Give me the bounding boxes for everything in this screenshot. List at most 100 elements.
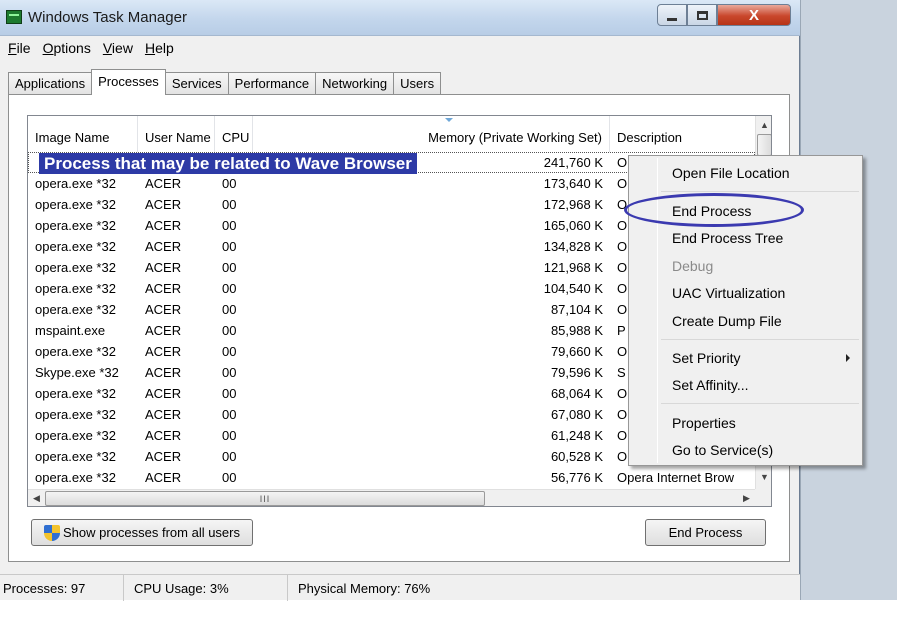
cell-image-name: opera.exe *32: [35, 470, 116, 485]
ctx-uac-virtualization[interactable]: UAC Virtualization: [632, 281, 860, 305]
cell-cpu: 00: [222, 197, 237, 212]
scroll-right-icon[interactable]: ▶: [738, 490, 755, 506]
tab-processes[interactable]: Processes: [91, 69, 166, 95]
close-button[interactable]: X: [717, 4, 791, 26]
grip-icon: III: [259, 493, 271, 504]
ctx-open-file-location[interactable]: Open File Location: [632, 161, 860, 185]
ctx-properties[interactable]: Properties: [632, 411, 860, 435]
ctx-set-affinity[interactable]: Set Affinity...: [632, 373, 860, 397]
menu-options[interactable]: Options: [39, 38, 99, 60]
cell-memory: 121,968 K: [543, 260, 603, 275]
cell-user-name: ACER: [145, 449, 182, 464]
cell-memory: 165,060 K: [543, 218, 603, 233]
title-bar[interactable]: Windows Task Manager X: [0, 0, 800, 36]
cell-memory: 85,988 K: [550, 323, 603, 338]
cell-memory: 134,828 K: [543, 239, 603, 254]
cell-image-name: opera.exe *32: [35, 386, 116, 401]
task-manager-app-icon: [6, 10, 22, 24]
maximize-icon: [696, 10, 708, 20]
cell-image-name: opera.exe *32: [35, 407, 116, 422]
tab-performance[interactable]: Performance: [227, 72, 317, 94]
cell-user-name: ACER: [145, 218, 182, 233]
horizontal-scrollbar[interactable]: ◀ III ▶: [28, 489, 755, 506]
show-all-users-label: Show processes from all users: [62, 525, 240, 540]
cell-image-name: opera.exe *32: [35, 239, 116, 254]
cell-memory: 56,776 K: [550, 470, 603, 485]
column-memory-label: Memory (Private Working Set): [428, 130, 602, 145]
cell-description: Opera Internet Brow: [617, 470, 735, 485]
cell-memory: 87,104 K: [550, 302, 603, 317]
column-image-name[interactable]: Image Name: [28, 116, 138, 152]
scroll-up-icon[interactable]: ▲: [756, 116, 771, 133]
status-bar: Processes: 97 CPU Usage: 3% Physical Mem…: [0, 574, 800, 601]
end-process-label: End Process: [668, 525, 743, 540]
menu-help[interactable]: Help: [141, 38, 182, 60]
cell-cpu: 00: [222, 470, 237, 485]
end-process-button[interactable]: End Process: [645, 519, 766, 546]
cell-user-name: ACER: [145, 281, 182, 296]
scroll-down-icon[interactable]: ▼: [756, 468, 771, 485]
cell-user-name: ACER: [145, 323, 182, 338]
status-cpu-usage: CPU Usage: 3%: [124, 575, 288, 601]
sort-indicator-icon: [445, 118, 453, 122]
scroll-corner: [755, 489, 771, 506]
cell-user-name: ACER: [145, 365, 182, 380]
cell-user-name: ACER: [145, 470, 182, 485]
ctx-end-process-tree[interactable]: End Process Tree: [632, 226, 860, 250]
cell-cpu: 00: [222, 260, 237, 275]
minimize-icon: [667, 17, 677, 21]
cell-image-name: opera.exe *32: [35, 344, 116, 359]
cell-memory: 67,080 K: [550, 407, 603, 422]
cell-image-name: opera.exe *32: [35, 218, 116, 233]
cell-cpu: 00: [222, 281, 237, 296]
cell-user-name: ACER: [145, 386, 182, 401]
minimize-button[interactable]: [657, 4, 687, 26]
tab-networking[interactable]: Networking: [315, 72, 395, 94]
menu-view[interactable]: View: [99, 38, 141, 60]
column-cpu[interactable]: CPU: [215, 116, 253, 152]
tab-users[interactable]: Users: [393, 72, 442, 94]
cell-memory: 61,248 K: [550, 428, 603, 443]
column-description[interactable]: Description: [610, 116, 755, 152]
cell-cpu: 00: [222, 344, 237, 359]
ctx-set-priority-label: Set Priority: [672, 350, 741, 366]
cell-cpu: 00: [222, 386, 237, 401]
column-header-row: Image Name User Name CPU Memory (Private…: [28, 116, 755, 152]
cell-memory: 104,540 K: [543, 281, 603, 296]
tab-services[interactable]: Services: [164, 72, 229, 94]
cell-user-name: ACER: [145, 428, 182, 443]
ctx-end-process[interactable]: End Process: [632, 199, 860, 223]
uac-shield-icon: [43, 524, 60, 541]
maximize-button[interactable]: [687, 4, 717, 26]
submenu-arrow-icon: [846, 354, 850, 362]
cell-memory: 172,968 K: [543, 197, 603, 212]
menu-file[interactable]: File: [4, 38, 39, 60]
cell-cpu: 00: [222, 407, 237, 422]
cell-memory: 60,528 K: [550, 449, 603, 464]
ctx-go-to-services[interactable]: Go to Service(s): [632, 438, 860, 462]
horizontal-scroll-thumb[interactable]: III: [45, 491, 485, 506]
ctx-create-dump-file[interactable]: Create Dump File: [632, 309, 860, 333]
cell-image-name: opera.exe *32: [35, 281, 116, 296]
cell-image-name: opera.exe *32: [35, 449, 116, 464]
ctx-debug: Debug: [672, 258, 714, 274]
cell-user-name: ACER: [145, 176, 182, 191]
column-memory[interactable]: Memory (Private Working Set): [253, 116, 610, 152]
vertical-scroll-thumb[interactable]: [757, 134, 771, 156]
status-processes: Processes: 97: [0, 575, 124, 601]
column-user-name[interactable]: User Name: [138, 116, 215, 152]
cell-image-name: Skype.exe *32: [35, 365, 119, 380]
cell-user-name: ACER: [145, 302, 182, 317]
cell-image-name: opera.exe *32: [35, 176, 116, 191]
cell-image-name: opera.exe *32: [35, 302, 116, 317]
scroll-left-icon[interactable]: ◀: [28, 490, 45, 506]
window-title: Windows Task Manager: [28, 9, 187, 26]
show-all-users-button[interactable]: Show processes from all users: [31, 519, 253, 546]
table-row[interactable]: opera.exe *32 ACER 00 56,776 K Opera Interne…: [28, 467, 755, 488]
cell-cpu: 00: [222, 302, 237, 317]
tab-strip: Applications Processes Services Performa…: [8, 69, 442, 95]
ctx-set-priority[interactable]: Set Priority: [632, 346, 860, 370]
tab-applications[interactable]: Applications: [8, 72, 93, 94]
cell-cpu: 00: [222, 449, 237, 464]
cell-cpu: 00: [222, 176, 237, 191]
